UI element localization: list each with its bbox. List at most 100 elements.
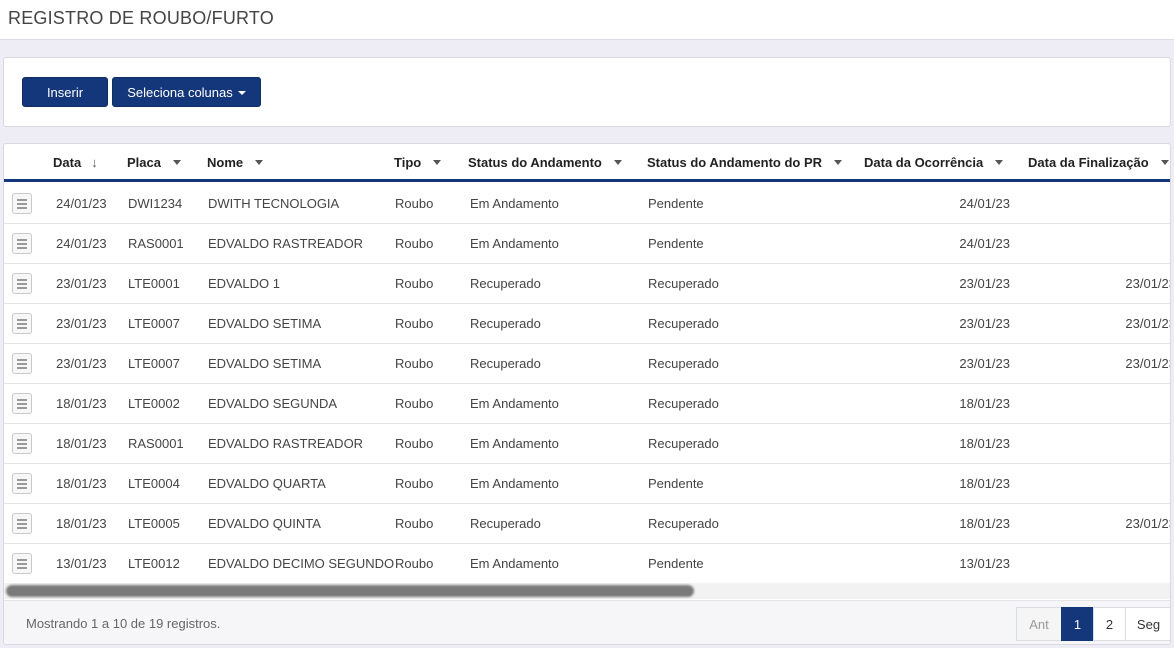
menu-line <box>17 519 27 521</box>
prev-page-button[interactable]: Ant <box>1016 607 1062 641</box>
column-header-finish-date[interactable]: Data da Finalização <box>1028 155 1169 170</box>
cell-status: Recuperado <box>470 516 541 531</box>
menu-line <box>17 559 27 561</box>
next-page-button[interactable]: Seg <box>1125 607 1170 641</box>
page-1-button[interactable]: 1 <box>1061 607 1094 641</box>
sort-caret-icon <box>255 160 264 165</box>
cell-plate: DWI1234 <box>128 196 183 211</box>
table-row: 24/01/23 DWI1234 DWITH TECNOLOGIA Roubo Em A… <box>4 184 1170 224</box>
row-menu-icon[interactable] <box>12 353 32 374</box>
caret-down-icon <box>237 91 246 95</box>
column-header-label: Data <box>53 155 82 170</box>
menu-line <box>17 327 27 329</box>
menu-line <box>17 439 27 441</box>
column-header-label: Status do Andamento <box>468 155 602 170</box>
menu-line <box>17 279 27 281</box>
row-menu-icon[interactable] <box>12 513 32 534</box>
records-info: Mostrando 1 a 10 de 19 registros. <box>26 616 221 631</box>
column-header-label: Data da Ocorrência <box>864 155 984 170</box>
cell-date: 23/01/23 <box>56 316 107 331</box>
column-header-label: Nome <box>207 155 244 170</box>
cell-type: Roubo <box>395 556 434 571</box>
column-header-occurrence-date[interactable]: Data da Ocorrência <box>864 155 1004 170</box>
select-columns-button[interactable]: Seleciona colunas <box>112 77 261 107</box>
sort-caret-icon <box>1160 160 1169 165</box>
menu-line <box>17 563 27 565</box>
row-menu-icon[interactable] <box>12 553 32 574</box>
row-menu-icon[interactable] <box>12 433 32 454</box>
cell-plate: LTE0005 <box>128 516 180 531</box>
menu-line <box>17 527 27 529</box>
row-menu-icon[interactable] <box>12 193 32 214</box>
menu-line <box>17 203 27 205</box>
table-row: 23/01/23 LTE0007 EDVALDO SETIMA Roubo Recupe… <box>4 344 1170 384</box>
cell-status: Em Andamento <box>470 556 559 571</box>
sort-caret-icon <box>834 160 843 165</box>
cell-status: Recuperado <box>470 316 541 331</box>
cell-name: EDVALDO QUINTA <box>208 516 321 531</box>
cell-plate: RAS0001 <box>128 436 184 451</box>
row-menu-icon[interactable] <box>12 313 32 334</box>
cell-plate: LTE0004 <box>128 476 180 491</box>
cell-status-pr: Recuperado <box>648 356 719 371</box>
cell-occurrence-date: 24/01/23 <box>959 196 1010 211</box>
row-menu-icon[interactable] <box>12 273 32 294</box>
row-menu-icon[interactable] <box>12 233 32 254</box>
cell-occurrence-date: 18/01/23 <box>959 516 1010 531</box>
row-menu-icon[interactable] <box>12 393 32 414</box>
column-header-plate[interactable]: Placa <box>127 155 181 170</box>
menu-line <box>17 287 27 289</box>
cell-type: Roubo <box>395 436 434 451</box>
column-header-date[interactable]: Data ↓ <box>53 155 98 170</box>
cell-occurrence-date: 13/01/23 <box>959 556 1010 571</box>
cell-type: Roubo <box>395 356 434 371</box>
menu-line <box>17 399 27 401</box>
cell-occurrence-date: 18/01/23 <box>959 396 1010 411</box>
menu-line <box>17 319 27 321</box>
cell-status: Em Andamento <box>470 236 559 251</box>
table-row: 13/01/23 LTE0012 EDVALDO DECIMO SEGUNDO Rou… <box>4 544 1170 584</box>
sort-caret-icon <box>172 160 181 165</box>
cell-finish-date: 23/01/23 <box>1125 316 1171 331</box>
table-row: 23/01/23 LTE0001 EDVALDO 1 Roubo Recuperado R… <box>4 264 1170 304</box>
insert-button[interactable]: Inserir <box>22 77 108 107</box>
column-header-type[interactable]: Tipo <box>394 155 442 170</box>
cell-status-pr: Recuperado <box>648 276 719 291</box>
cell-date: 23/01/23 <box>56 276 107 291</box>
cell-status: Recuperado <box>470 276 541 291</box>
row-menu-icon[interactable] <box>12 473 32 494</box>
cell-plate: LTE0007 <box>128 316 180 331</box>
page-2-button[interactable]: 2 <box>1093 607 1126 641</box>
menu-line <box>17 447 27 449</box>
menu-line <box>17 363 27 365</box>
column-header-label: Placa <box>127 155 161 170</box>
cell-plate: LTE0007 <box>128 356 180 371</box>
menu-line <box>17 479 27 481</box>
cell-occurrence-date: 23/01/23 <box>959 276 1010 291</box>
horizontal-scrollbar[interactable] <box>4 583 1170 599</box>
cell-status-pr: Pendente <box>648 556 704 571</box>
cell-date: 18/01/23 <box>56 396 107 411</box>
records-table: Data ↓ Placa Nome Tipo Status do Andamento Sta… <box>3 143 1171 645</box>
cell-name: EDVALDO QUARTA <box>208 476 326 491</box>
column-header-name[interactable]: Nome <box>207 155 264 170</box>
menu-line <box>17 483 27 485</box>
cell-finish-date: 23/01/23 <box>1125 516 1171 531</box>
menu-line <box>17 367 27 369</box>
select-columns-label: Seleciona colunas <box>127 84 233 100</box>
cell-occurrence-date: 23/01/23 <box>959 316 1010 331</box>
column-header-status[interactable]: Status do Andamento <box>468 155 622 170</box>
menu-line <box>17 523 27 525</box>
pagination: Ant 1 2 Seg <box>1016 607 1170 641</box>
scrollbar-thumb[interactable] <box>6 585 694 597</box>
sort-caret-icon <box>613 160 622 165</box>
cell-type: Roubo <box>395 516 434 531</box>
cell-name: DWITH TECNOLOGIA <box>208 196 340 211</box>
table-body: 24/01/23 DWI1234 DWITH TECNOLOGIA Roubo Em A… <box>4 184 1171 584</box>
table-header: Data ↓ Placa Nome Tipo Status do Andamento Sta… <box>4 144 1170 182</box>
cell-date: 18/01/23 <box>56 476 107 491</box>
column-header-status-pr[interactable]: Status do Andamento do PR <box>647 155 843 170</box>
column-header-label: Status do Andamento do PR <box>647 155 823 170</box>
cell-name: EDVALDO DECIMO SEGUNDO <box>208 556 395 571</box>
menu-line <box>17 567 27 569</box>
